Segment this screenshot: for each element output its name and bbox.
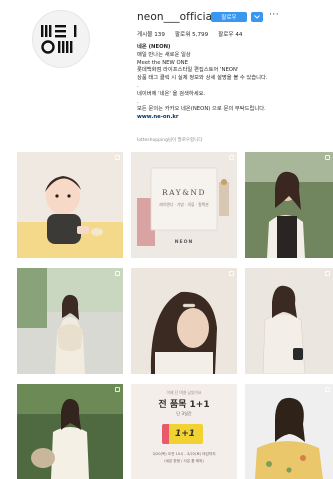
post-brand-text: RAY&ND (162, 188, 206, 197)
post-tile-3[interactable] (245, 152, 333, 258)
bio-line: . (137, 82, 139, 89)
multi-photo-icon (325, 155, 330, 160)
post-image-woman-coat (245, 268, 333, 374)
post-footer-text: NEON (174, 240, 194, 245)
multi-photo-icon (325, 387, 330, 392)
multi-photo-icon (229, 155, 234, 160)
post-tile-2[interactable]: RAY&ND 레이앤디 · 가방 · 의류 · 컬렉션 NEON (131, 152, 237, 258)
post-tile-4[interactable] (17, 268, 123, 374)
following-count[interactable]: 팔로우 44 (218, 30, 242, 38)
followers-count[interactable]: 팔로워 5,799 (175, 30, 208, 38)
promo-date-line: 3/20(목) 오전 10시 - 3/22(토) 마감까지 (152, 452, 216, 456)
bio-name: 네온 (NEON) (137, 44, 171, 50)
multi-photo-icon (115, 387, 120, 392)
promo-title: 전 품목 1+1 (158, 400, 210, 410)
promo-subtitle: 단 3일간 (176, 411, 192, 416)
post-image-hairpin (131, 268, 237, 374)
posts-count: 게시물 139 (137, 32, 165, 38)
post-tile-7[interactable] (17, 384, 123, 479)
profile-header: neon___official 팔로우 ··· 게시물 139 팔로워 5,79… (0, 0, 333, 150)
post-image-woman-bag (17, 384, 123, 479)
post-image-woman-blouse (17, 268, 123, 374)
post-tile-9[interactable] (245, 384, 333, 479)
multi-photo-icon (325, 271, 330, 276)
chevron-down-icon (254, 15, 260, 19)
neon-logo-icon (41, 25, 77, 54)
post-tile-8[interactable]: 이제 단 며칠 남았어요 전 품목 1+1 단 3일간 1+1 3/20(목) … (131, 384, 237, 479)
post-tile-6[interactable] (245, 268, 333, 374)
profile-bio: 네온 (NEON) 매일 만나는 새로운 일상 Meet the NEW ONE… (137, 44, 327, 122)
promo-ticket: 1+1 (167, 424, 203, 444)
bio-line: 네이버에 '네온' 을 검색하세요. (137, 90, 206, 97)
multi-photo-icon (229, 271, 234, 276)
bio-website-link[interactable]: www.ne-on.kr (137, 114, 327, 122)
more-options-button[interactable]: ··· (269, 10, 279, 20)
post-image-woman-floral (245, 384, 333, 479)
promo-top-text: 이제 단 며칠 남았어요 (166, 390, 202, 395)
ticket-stub-icon (162, 424, 169, 444)
post-tile-1[interactable] (17, 152, 123, 258)
post-image-woman-tank (245, 152, 333, 258)
profile-stats: 게시물 139 팔로워 5,799 팔로우 44 (137, 30, 242, 38)
multi-photo-icon (115, 155, 120, 160)
multi-photo-icon (115, 271, 120, 276)
bio-line: 상품 태그 클릭 시 실제 정보와 상세 설명을 볼 수 있습니다. (137, 75, 268, 82)
post-image-child (17, 152, 123, 258)
profile-avatar[interactable] (32, 10, 90, 68)
post-caption-text: 레이앤디 · 가방 · 의류 · 컬렉션 (159, 202, 209, 207)
promo-note: (네온 한정 / 사은 품 제외) (164, 459, 204, 463)
suggestions-dropdown-button[interactable] (251, 12, 263, 22)
followed-by-text[interactable]: lotteshopping님이 팔로우합니다 (137, 137, 202, 143)
profile-username: neon___official (137, 11, 216, 23)
bio-line: 모든 문의는 카카오 네온(NEON) 으로 문의 부탁드립니다. (137, 106, 266, 113)
post-tile-5[interactable] (131, 268, 237, 374)
bio-line: 매일 만나는 새로운 일상 (137, 51, 191, 58)
follow-button[interactable]: 팔로우 (211, 12, 247, 22)
